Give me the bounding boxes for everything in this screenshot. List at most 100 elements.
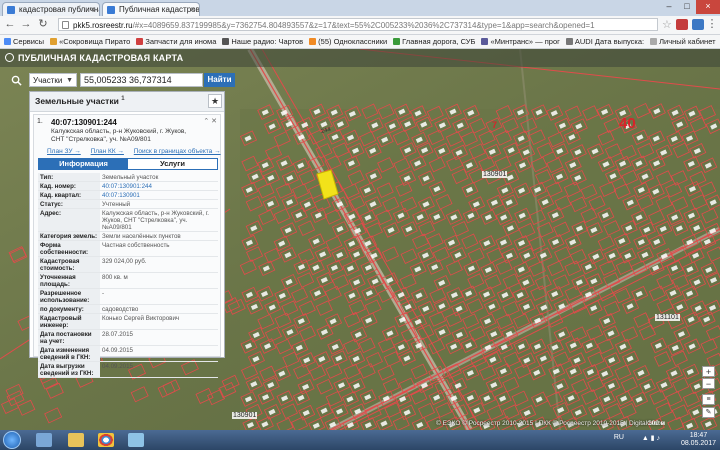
star-icon[interactable]: ★ [208, 94, 222, 108]
search-icon[interactable] [11, 75, 22, 86]
map-copyright: © ЕЭКО © Росреестр 2010-2015 | ПКК © Рос… [436, 420, 665, 427]
attribute-value: садоводство [100, 304, 218, 314]
attribute-row: Уточненная площадь: 800 кв. м [38, 272, 218, 289]
forward-icon[interactable]: → [19, 17, 33, 31]
attribute-value[interactable]: 40:07:130901 [100, 190, 218, 200]
bookmark-item[interactable]: Наше радио: Чартов [222, 37, 303, 46]
bookmark-item[interactable]: AUDI Дата выпуска: [565, 37, 644, 46]
url-path: /#x=4089659.837199985&y=7362754.80489355… [132, 21, 595, 30]
result-links: План ЗУ → План КК → Поиск в границах объ… [47, 148, 229, 155]
url-host: pkk5.rosreestr.ru [73, 21, 133, 30]
zoom-out-button[interactable]: − [702, 378, 715, 389]
bookmark-favicon-icon [481, 38, 489, 45]
tab-services[interactable]: Услуги [128, 159, 217, 169]
attribute-row: Статус: Учтенный [38, 199, 218, 209]
browser-tab-1[interactable]: кадастровая публичная × [2, 2, 100, 16]
quarter-label: 40 [619, 115, 636, 132]
block-label: 130901 [482, 171, 508, 178]
result-cad-number[interactable]: 40:07:130901:244 [51, 118, 117, 127]
apps-icon [4, 38, 11, 45]
extension-icon[interactable] [676, 19, 688, 30]
layers-icon[interactable]: ≡ [702, 394, 715, 405]
attribute-key: Дата выгрузки сведений из ГКН: [38, 361, 100, 378]
ie-icon[interactable] [36, 433, 52, 447]
attribute-key: Дата изменения сведений в ГКН: [38, 345, 100, 362]
url-field[interactable]: pkk5.rosreestr.ru/#x=4089659.837199985&y… [58, 18, 658, 31]
attribute-row: Категория земель: Земли населённых пункто… [38, 231, 218, 241]
search-type-select[interactable]: Участки ▼ [29, 73, 77, 87]
chrome-icon[interactable] [98, 433, 114, 447]
results-panel: Земельные участки 1 ★ 1. 40:07:130901:24… [29, 91, 225, 378]
attribute-value: 800 кв. м [100, 272, 218, 289]
results-title: Земельные участки 1 [35, 96, 125, 106]
reload-icon[interactable]: ↻ [36, 17, 50, 31]
bookmarks-bar: Сервисы «Сокровища Пирато Запчасти для и… [0, 35, 720, 49]
attribute-row: Дата выгрузки сведений из ГКН: 04.09.2015 [38, 361, 218, 378]
find-button[interactable]: Найти [204, 73, 235, 87]
close-tab-icon[interactable]: × [190, 3, 195, 16]
language-indicator[interactable]: RU [614, 434, 624, 441]
attribute-value: 04.09.2015 [100, 345, 218, 362]
attribute-row: Дата изменения сведений в ГКН: 04.09.2015 [38, 345, 218, 362]
quarter-label: 7 [492, 120, 498, 130]
bookmark-item[interactable]: Личный кабинет [650, 37, 716, 46]
minimize-icon[interactable]: – [660, 0, 678, 14]
extension-icon[interactable] [692, 19, 704, 30]
bookmark-star-icon[interactable]: ☆ [662, 18, 672, 31]
plan-zu-link[interactable]: План ЗУ → [47, 148, 81, 155]
attribute-value[interactable]: 40:07:130901:244 [100, 181, 218, 191]
bookmark-item[interactable]: Главная дорога, СУБ [393, 37, 475, 46]
card-controls[interactable]: ⌃ ✕ [203, 117, 217, 125]
bookmark-item[interactable]: Запчасти для инома [136, 37, 216, 46]
attributes-table: Тип: Земельный участок Кад. номер: 40:07:13… [38, 173, 218, 378]
clock-time: 18:47 [689, 432, 708, 439]
search-in-bounds-link[interactable]: Поиск в границах объекта → [134, 148, 221, 155]
bookmark-item[interactable]: «Сокровища Пирато [50, 37, 130, 46]
tab-information[interactable]: Информация [39, 159, 128, 169]
attribute-row: Форма собственности: Частная собственност… [38, 240, 218, 257]
search-type-value: Участки [33, 76, 63, 85]
bookmark-item[interactable]: (55) Одноклассники [309, 37, 387, 46]
close-window-icon[interactable]: × [696, 0, 720, 14]
attribute-key: Категория земель: [38, 231, 100, 241]
attribute-value: Земельный участок [100, 173, 218, 182]
search-input[interactable] [80, 73, 203, 87]
attribute-key: Уточненная площадь: [38, 272, 100, 289]
tab-favicon-icon [107, 6, 115, 14]
browser-tab-2[interactable]: Публичная кадастровая × [102, 2, 200, 16]
bookmark-favicon-icon [565, 38, 573, 45]
bookmark-favicon-icon [393, 38, 401, 45]
plan-kk-link[interactable]: План КК → [91, 148, 124, 155]
measure-icon[interactable]: ✎ [702, 407, 715, 418]
attribute-row: Тип: Земельный участок [38, 173, 218, 182]
system-clock[interactable]: 18:47 08.05.2017 [681, 432, 716, 448]
bookmark-favicon-icon [309, 38, 317, 45]
attribute-row: Дата постановки на учет: 28.07.2015 [38, 329, 218, 346]
bookmark-item[interactable]: Сервисы [4, 37, 44, 46]
paint-icon[interactable] [128, 433, 144, 447]
attribute-row: Кадастровый инженер: Конько Сергей Виктор… [38, 313, 218, 330]
attribute-key: Разрешенное использование: [38, 288, 100, 305]
attribute-key: Кад. квартал: [38, 190, 100, 200]
start-button[interactable] [3, 431, 21, 449]
attribute-key: Адрес: [38, 208, 100, 232]
attribute-value: Конько Сергей Викторович [100, 313, 218, 330]
close-tab-icon[interactable]: × [90, 3, 95, 16]
block-label: 131101 [655, 314, 680, 321]
result-card[interactable]: 1. 40:07:130901:244 ⌃ ✕ Калужская област… [33, 114, 221, 378]
back-icon[interactable]: ← [3, 17, 17, 31]
maximize-icon[interactable]: □ [678, 0, 696, 14]
menu-icon[interactable]: ⋮ [705, 17, 719, 31]
bookmark-item[interactable]: «Минтранс» — прог [481, 37, 560, 46]
map-scale: 100 м [648, 420, 666, 427]
bookmark-favicon-icon [136, 38, 144, 45]
tray-icons[interactable]: ▲ ▮ ♪ [642, 434, 660, 442]
browser-tabbar: кадастровая публичная × Публичная кадаст… [0, 0, 720, 16]
zoom-in-button[interactable]: + [702, 366, 715, 377]
result-index: 1. [37, 118, 43, 125]
attribute-key: Кад. номер: [38, 181, 100, 191]
explorer-icon[interactable] [68, 433, 84, 447]
page-info-icon[interactable] [62, 21, 69, 29]
chevron-down-icon: ▼ [66, 77, 73, 84]
attribute-row: по документу: садоводство [38, 304, 218, 314]
